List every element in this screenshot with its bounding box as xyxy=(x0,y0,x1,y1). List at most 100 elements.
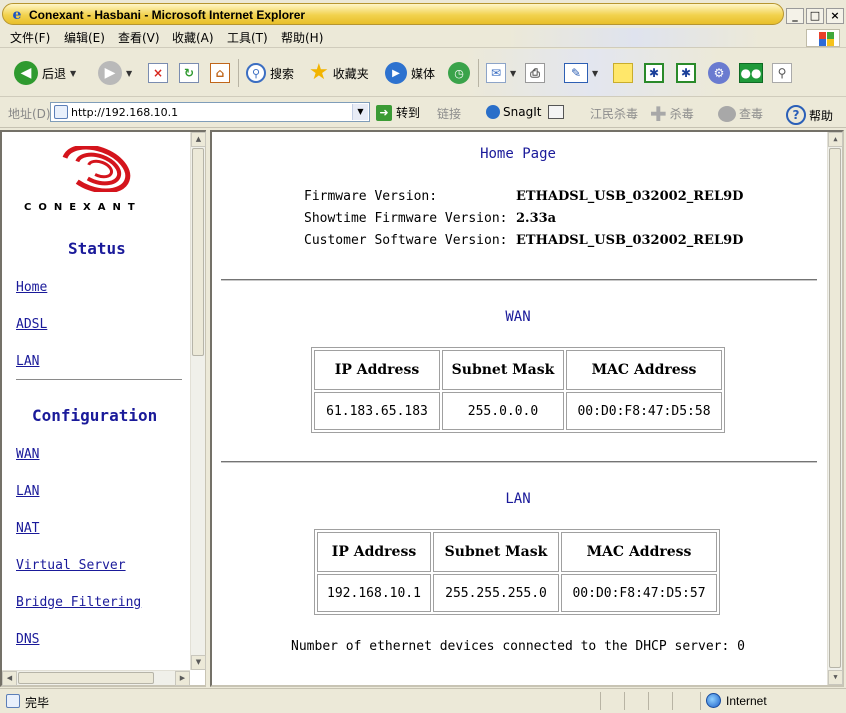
scroll-left-icon[interactable]: ◀ xyxy=(2,671,17,686)
check-virus-button[interactable]: 查毒 xyxy=(718,105,763,122)
note-button[interactable] xyxy=(613,60,633,86)
nav-vertical-scrollbar[interactable]: ▲ ▼ xyxy=(190,132,206,670)
history-button[interactable]: ◷ xyxy=(448,60,470,86)
configuration-heading: Configuration xyxy=(32,406,158,425)
scroll-down-icon[interactable]: ▼ xyxy=(191,655,206,670)
snagit-icon xyxy=(486,105,500,119)
customer-software-value: ETHADSL_USB_032002_REL9D xyxy=(516,233,744,248)
content-frame: Home Page Firmware Version: ETHADSL_USB_… xyxy=(210,130,844,687)
section-divider xyxy=(221,279,817,281)
research-button[interactable]: ⚲ xyxy=(772,60,792,86)
messenger-button-1[interactable]: ✱ xyxy=(644,60,664,86)
nav-horizontal-scrollbar[interactable]: ◀ ▶ xyxy=(2,670,190,686)
nav-link-bridge-filtering[interactable]: Bridge Filtering xyxy=(16,595,141,610)
capture-button[interactable] xyxy=(548,105,564,119)
address-field[interactable]: ▼ xyxy=(50,102,370,122)
window-title: Conexant - Hasbani - Microsoft Internet … xyxy=(29,8,306,22)
address-dropdown-icon[interactable]: ▼ xyxy=(352,104,368,120)
dropdown-arrow-icon: ▼ xyxy=(126,68,133,78)
media-button[interactable]: ▶ 媒体 xyxy=(385,60,435,86)
tools-button[interactable]: ⚙ xyxy=(708,60,730,86)
minimize-button[interactable]: _ xyxy=(786,8,804,24)
nav-link-virtual-server[interactable]: Virtual Server xyxy=(16,558,126,573)
help-icon: ? xyxy=(786,105,806,125)
status-text: 完毕 xyxy=(25,696,50,710)
snagit-button[interactable]: SnagIt xyxy=(486,105,541,119)
section-divider xyxy=(221,461,817,463)
favorites-button[interactable]: ★ 收藏夹 xyxy=(309,60,369,86)
status-separator xyxy=(700,692,701,710)
nav-link-wan[interactable]: WAN xyxy=(16,447,39,462)
content-vertical-scrollbar[interactable]: ▲ ▼ xyxy=(827,132,843,685)
page-icon xyxy=(54,105,68,119)
edit-button[interactable]: ✎ ▼ xyxy=(564,60,598,86)
mail-button[interactable]: ✉ ▼ xyxy=(486,60,516,86)
chat-button[interactable]: ●● xyxy=(739,60,763,86)
scroll-up-icon[interactable]: ▲ xyxy=(828,132,843,147)
logo-wordmark: CONEXANT xyxy=(24,202,142,213)
table-header-row: IP Address Subnet Mask MAC Address xyxy=(314,350,722,390)
nav-link-adsl[interactable]: ADSL xyxy=(16,317,47,332)
print-button[interactable]: ⎙ xyxy=(525,60,545,86)
chat-icon: ●● xyxy=(739,63,763,83)
links-button[interactable]: 链接 xyxy=(437,105,461,122)
nav-link-home[interactable]: Home xyxy=(16,280,47,295)
nav-link-dns[interactable]: DNS xyxy=(16,632,39,647)
menu-view[interactable]: 查看(V) xyxy=(118,30,160,46)
forward-button[interactable]: ▶ ▼ xyxy=(98,60,132,86)
lan-header-mask: Subnet Mask xyxy=(433,532,559,572)
scroll-thumb[interactable] xyxy=(192,148,204,356)
home-button[interactable]: ⌂ xyxy=(210,60,230,86)
page-done-icon xyxy=(6,694,20,708)
status-heading: Status xyxy=(68,239,126,258)
jiangmin-antivirus-button[interactable]: 江民杀毒 xyxy=(590,105,638,122)
url-input[interactable] xyxy=(71,104,351,120)
ie-icon: e xyxy=(12,7,22,23)
search-label: 搜索 xyxy=(270,66,295,81)
toolbar: ◀ 后退 ▼ ▶ ▼ × ↻ ⌂ ⚲ 搜索 ★ 收藏夹 ▶ 媒体 ◷ ✉ ▼ ⎙… xyxy=(0,49,846,97)
edit-page-icon: ✎ xyxy=(564,63,588,83)
scroll-up-icon[interactable]: ▲ xyxy=(191,132,206,147)
lan-header-ip: IP Address xyxy=(317,532,431,572)
address-bar: 地址(D) ▼ ➜ 转到 链接 SnagIt 江民杀毒 ✚ 杀毒 查毒 ? 帮助 xyxy=(0,98,846,128)
research-icon: ⚲ xyxy=(772,63,792,83)
go-button[interactable]: ➜ 转到 xyxy=(376,104,420,121)
menu-bar: 文件(F) 编辑(E) 查看(V) 收藏(A) 工具(T) 帮助(H) xyxy=(0,28,846,48)
nav-link-lan-config[interactable]: LAN xyxy=(16,484,39,499)
search-icon: ⚲ xyxy=(246,63,266,83)
nav-link-lan-status[interactable]: LAN xyxy=(16,354,39,369)
scroll-thumb[interactable] xyxy=(829,148,841,668)
nav-link-nat[interactable]: NAT xyxy=(16,521,39,536)
menu-edit[interactable]: 编辑(E) xyxy=(64,30,105,46)
media-label: 媒体 xyxy=(411,66,436,81)
messenger-button-2[interactable]: ✱ xyxy=(676,60,696,86)
stop-button[interactable]: × xyxy=(148,60,168,86)
scroll-right-icon[interactable]: ▶ xyxy=(175,671,190,686)
maximize-button[interactable]: □ xyxy=(806,8,824,24)
help-button[interactable]: ? 帮助 xyxy=(786,105,833,125)
help-label: 帮助 xyxy=(809,108,834,123)
security-zone: Internet xyxy=(706,693,767,708)
scroll-down-icon[interactable]: ▼ xyxy=(828,670,843,685)
search-button[interactable]: ⚲ 搜索 xyxy=(246,60,294,86)
status-bar: 完毕 Internet xyxy=(0,688,846,713)
scroll-thumb[interactable] xyxy=(18,672,154,684)
showtime-firmware-label: Showtime Firmware Version: xyxy=(304,211,508,226)
menu-file[interactable]: 文件(F) xyxy=(10,30,50,46)
sticky-note-icon xyxy=(613,63,633,83)
close-button[interactable]: × xyxy=(826,8,844,24)
antivirus-button[interactable]: ✚ 杀毒 xyxy=(650,104,694,124)
bookmark-star-icon: ✱ xyxy=(676,63,696,83)
nav-frame: CONEXANT Status Home ADSL LAN Configurat… xyxy=(0,130,207,687)
menu-tools[interactable]: 工具(T) xyxy=(227,30,268,46)
menu-favorites[interactable]: 收藏(A) xyxy=(172,30,214,46)
lan-ip-value: 192.168.10.1 xyxy=(317,574,431,612)
address-label: 地址(D) xyxy=(8,107,51,121)
menu-help[interactable]: 帮助(H) xyxy=(281,30,323,46)
conexant-logo-icon xyxy=(61,146,131,192)
toolbar-separator xyxy=(478,59,479,87)
back-button[interactable]: ◀ 后退 ▼ xyxy=(14,60,76,86)
status-separator xyxy=(648,692,649,710)
refresh-button[interactable]: ↻ xyxy=(179,60,199,86)
star-icon: ★ xyxy=(309,60,329,85)
